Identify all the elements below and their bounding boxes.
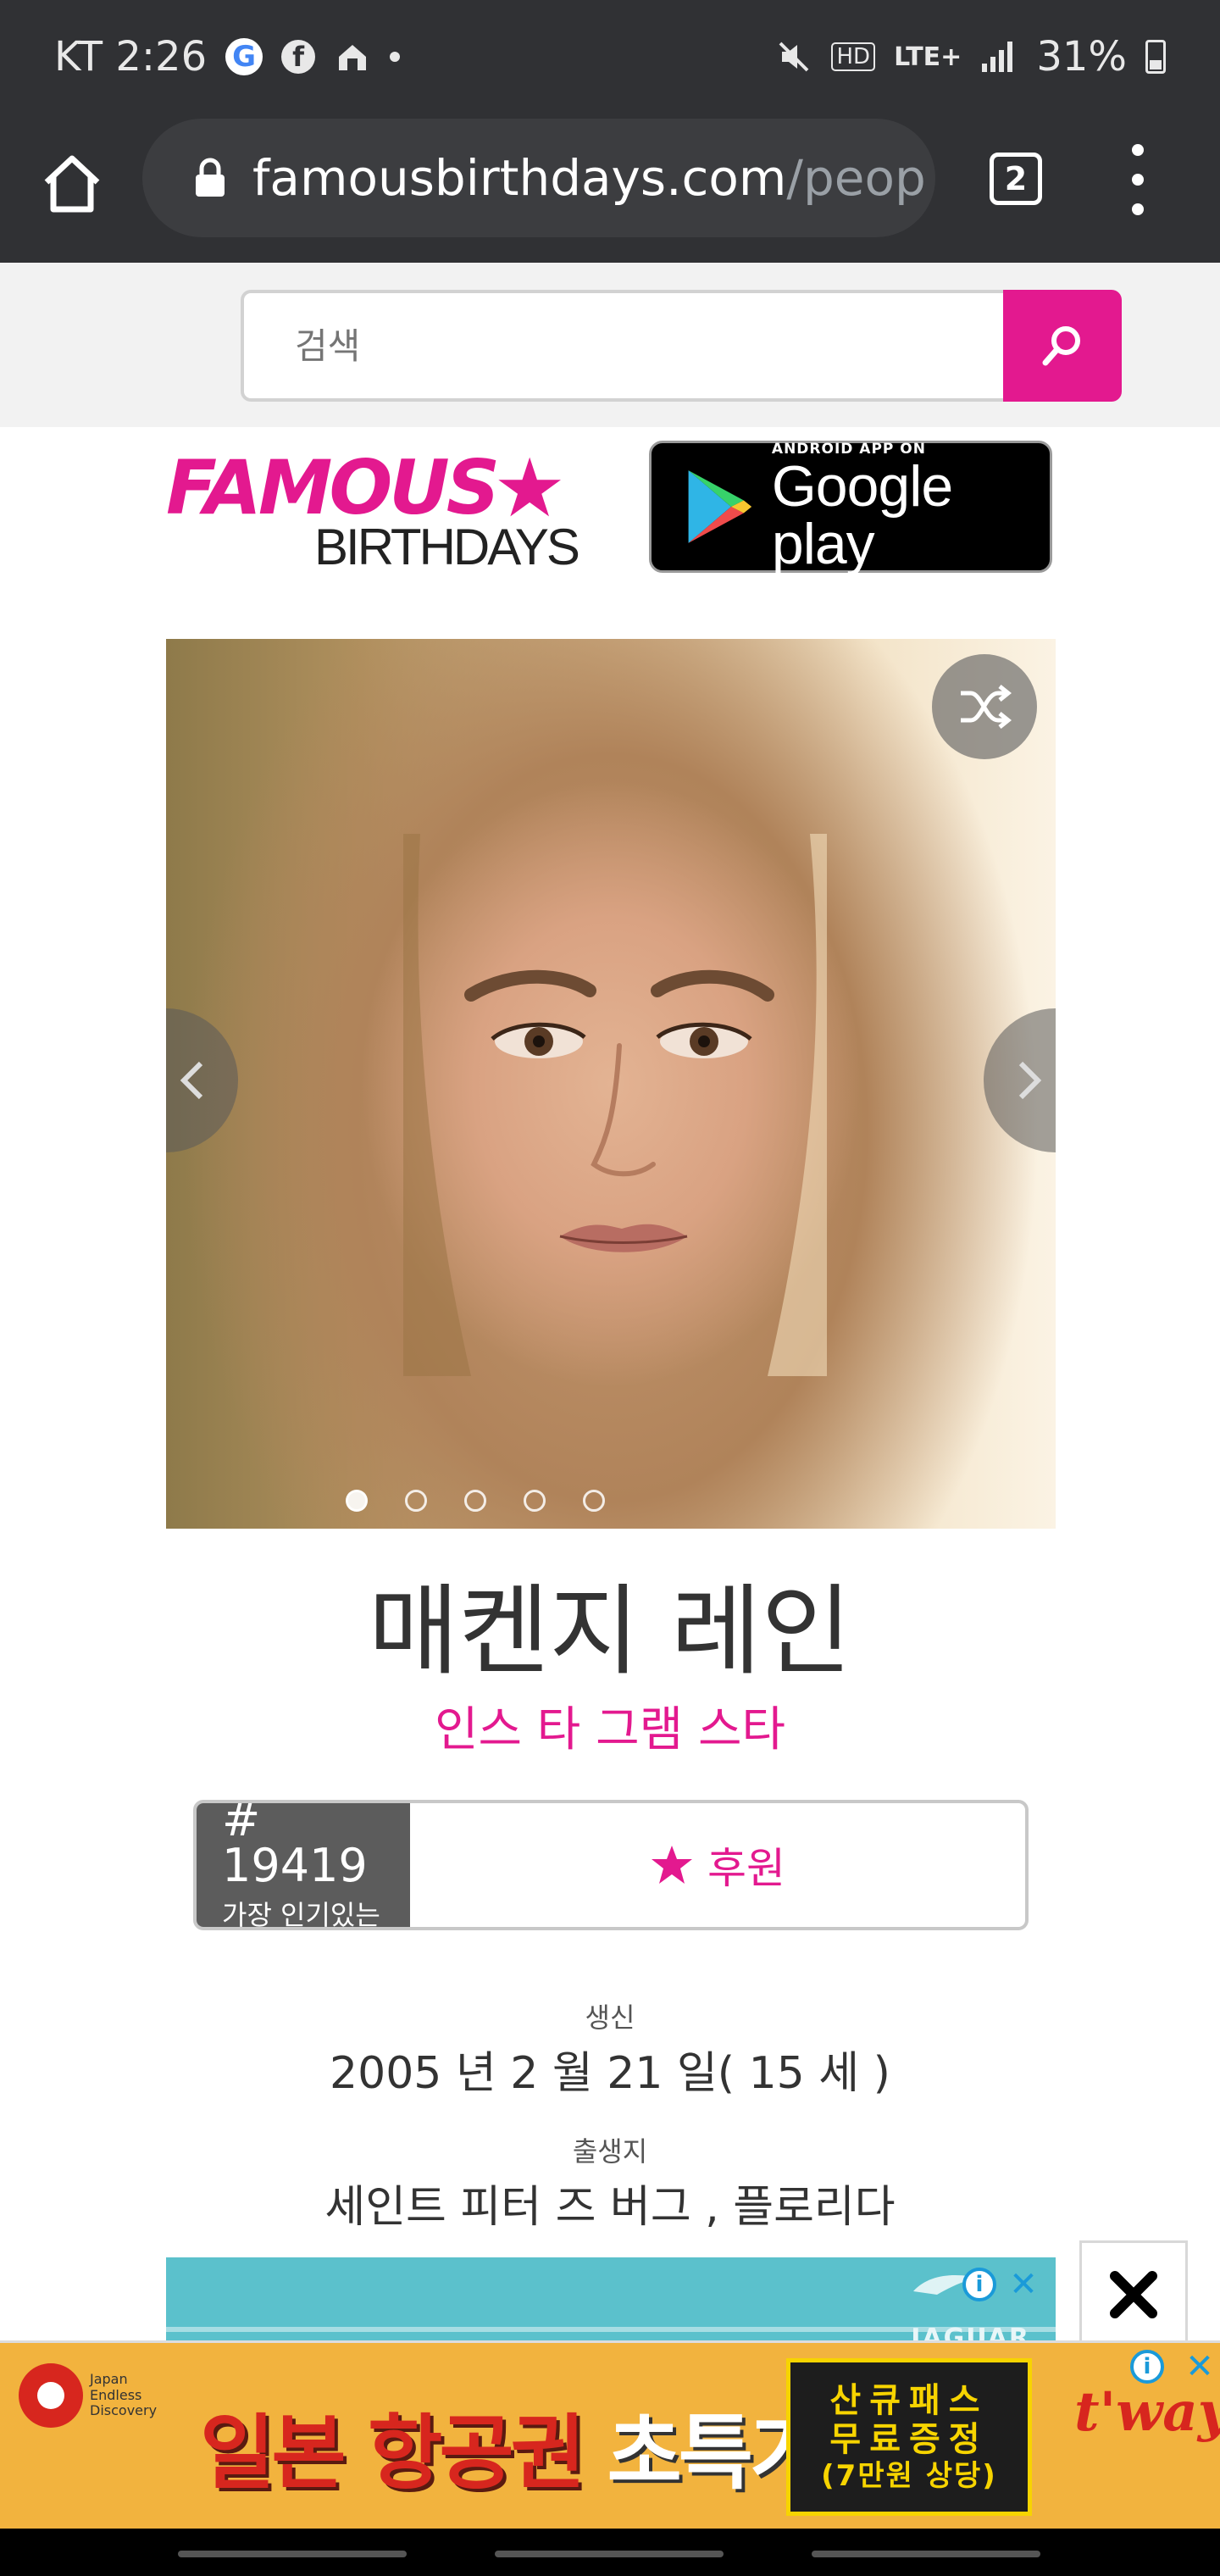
more-notifications-icon (390, 52, 401, 62)
bottom-ad-banner[interactable]: Japan Endless Discovery 일본 항공권 초특가 산큐패스 … (0, 2340, 1220, 2529)
lock-icon (196, 158, 225, 197)
home-button[interactable] (34, 146, 110, 222)
profile-photo (403, 834, 827, 1376)
chevron-right-icon (1018, 1061, 1042, 1100)
ad-close-icon[interactable]: ✕ (1006, 2268, 1040, 2301)
home-gesture-button[interactable] (495, 2551, 724, 2557)
carousel-dot[interactable] (524, 1490, 546, 1512)
carousel-dot[interactable] (583, 1490, 605, 1512)
ad-brand-line1: Japan (90, 2371, 128, 2388)
person-name: 매켄지 레인 (368, 1574, 852, 1689)
battery-percent: 31% (1036, 33, 1127, 80)
carousel-dot[interactable] (346, 1490, 368, 1512)
rank-support-box: # 19419 가장 인기있는 후원 (193, 1800, 1029, 1930)
home-notification-icon (334, 38, 371, 75)
carousel-dot[interactable] (464, 1490, 486, 1512)
carousel-dots (166, 1490, 920, 1512)
lte-icon: LTE+ (894, 42, 962, 72)
ad-headline-part1: 일본 항공권 (200, 2406, 585, 2501)
person-occupation[interactable]: 인스 타 그램 스타 (0, 1691, 1220, 1760)
ad-info-icon[interactable]: i (962, 2268, 996, 2301)
ad-promo-box: 산큐패스 무료증정 (7만원 상당) (786, 2358, 1032, 2516)
ad-brand-line3: Discovery (90, 2402, 158, 2419)
birthplace-value[interactable]: 세인트 피터 즈 버그 , 플로리다 (0, 2171, 1220, 2235)
carousel-dot[interactable] (405, 1490, 427, 1512)
ad-promo-line2: 무료증정 (829, 2420, 989, 2459)
support-label: 후원 (707, 1844, 785, 1893)
star-logo-icon: ★ (493, 441, 566, 536)
ad-promo-line3: (7만원 상당) (821, 2459, 997, 2493)
ad-promo-line1: 산큐패스 (829, 2381, 989, 2420)
rank-label: 가장 인기있는 (222, 1899, 380, 1930)
inline-ad-banner[interactable]: i ✕ JAGUAR (166, 2257, 1056, 2342)
google-icon: G (225, 38, 263, 75)
menu-dot-icon (1132, 203, 1144, 215)
profile-photo-carousel[interactable] (166, 639, 1056, 1529)
ad-brand-line2: Endless (90, 2386, 142, 2403)
shuffle-icon (961, 685, 1012, 729)
carrier-time: KT 2:26 (54, 33, 208, 80)
google-play-badge[interactable]: ANDROID APP ON Google play (649, 441, 1052, 573)
ad-dismiss-button[interactable] (1079, 2240, 1188, 2349)
ad-close-icon[interactable]: ✕ (1183, 2350, 1217, 2384)
hd-icon: HD (831, 42, 876, 71)
shuffle-button[interactable] (932, 654, 1037, 759)
tab-switcher-button[interactable]: 2 (990, 153, 1042, 205)
menu-dot-icon (1132, 174, 1144, 186)
google-play-title: Google play (771, 454, 953, 576)
search-icon (1042, 326, 1080, 366)
search-button[interactable] (1003, 290, 1122, 402)
famous-birthdays-logo[interactable]: FAMOUS ★ BIRTHDAYS (166, 447, 590, 575)
url-path: /peop (786, 149, 926, 207)
popularity-rank[interactable]: # 19419 가장 인기있는 (197, 1803, 410, 1927)
address-bar[interactable]: famousbirthdays.com/peop (142, 119, 935, 237)
airline-logo: t'way (1074, 2380, 1220, 2444)
close-icon (1110, 2271, 1157, 2318)
logo-famous-text: FAMOUS (166, 444, 500, 531)
status-bar: KT 2:26 G f HD LTE+ 31% (0, 0, 1220, 114)
ad-headline: 일본 항공권 초특가 (200, 2387, 824, 2505)
support-button[interactable]: 후원 (410, 1803, 1025, 1927)
birthplace-label: 출생지 (572, 2135, 648, 2168)
birthdate-value: 2005 년 2 월 21 일( 15 세 ) (330, 2048, 890, 2099)
japan-logo-icon (19, 2363, 83, 2428)
google-play-icon (688, 470, 752, 543)
browser-toolbar: famousbirthdays.com/peop 2 (0, 114, 1220, 263)
next-photo-button[interactable] (984, 1008, 1056, 1152)
logo-birthdays-text: BIRTHDAYS (314, 519, 580, 575)
system-navigation-bar (0, 2529, 1220, 2576)
ad-brand: JAGUAR (911, 2323, 1030, 2342)
birthdate-label: 생신 (585, 2001, 635, 2034)
battery-icon (1145, 40, 1166, 74)
ad-info-icon[interactable]: i (1130, 2350, 1164, 2384)
recent-apps-button[interactable] (178, 2551, 407, 2557)
previous-photo-button[interactable] (166, 1008, 238, 1152)
signal-icon (980, 38, 1018, 75)
menu-dot-icon (1132, 144, 1144, 156)
back-button[interactable] (812, 2551, 1040, 2557)
rank-number: # 19419 (222, 1800, 368, 1892)
search-input[interactable] (241, 290, 1003, 402)
chevron-left-icon (180, 1061, 203, 1100)
home-icon (44, 155, 100, 213)
url-text: famousbirthdays.com/peop (252, 149, 926, 207)
url-domain: famousbirthdays.com (252, 149, 787, 207)
facebook-icon: f (281, 40, 316, 74)
star-icon (652, 1846, 692, 1884)
japan-endless-discovery-logo: Japan Endless Discovery (19, 2363, 157, 2428)
search-region (0, 263, 1220, 427)
browser-menu-button[interactable] (1117, 144, 1159, 215)
mute-icon (775, 38, 812, 75)
